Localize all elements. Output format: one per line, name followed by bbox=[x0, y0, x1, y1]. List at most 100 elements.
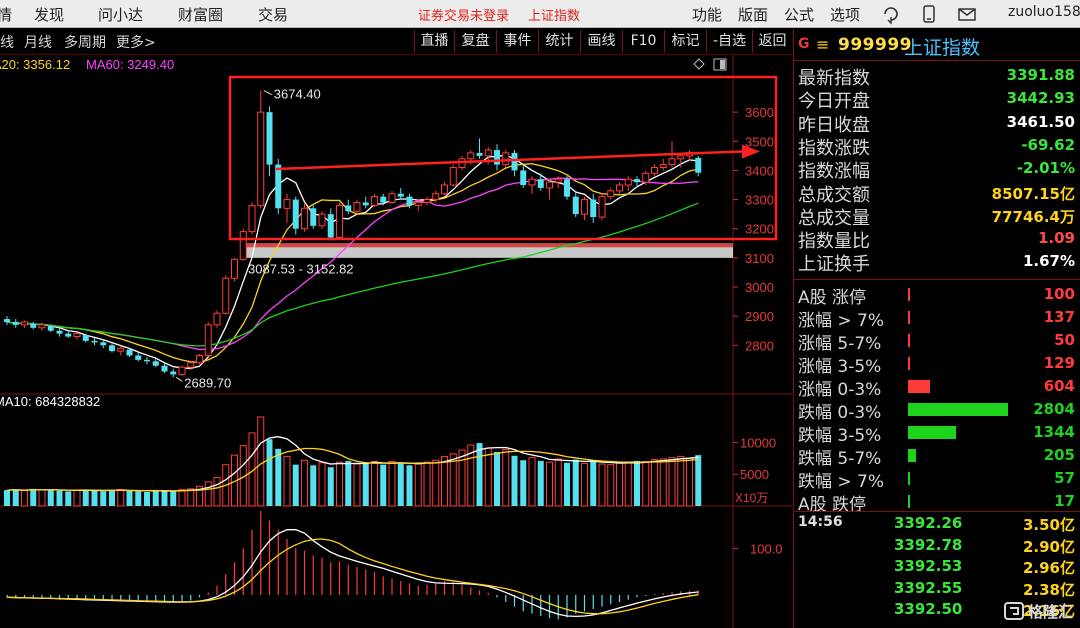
tick-amount: 2.90亿 bbox=[1022, 537, 1075, 556]
distribution-bar bbox=[908, 403, 1008, 416]
period-more[interactable]: 更多> bbox=[116, 32, 156, 52]
candle-body bbox=[152, 361, 159, 366]
stat-label: 昨日收盘 bbox=[798, 114, 870, 136]
candle-body bbox=[310, 208, 317, 226]
candle-body bbox=[144, 359, 150, 362]
stat-row: 指数涨跌 -69.62 bbox=[794, 134, 1080, 159]
high-label: 3674.40 bbox=[274, 87, 321, 102]
volume-bar bbox=[406, 465, 413, 506]
candle-body bbox=[651, 167, 658, 174]
volume-bar bbox=[91, 490, 98, 506]
draw-line-button[interactable]: 画线 bbox=[580, 30, 622, 53]
candle-body bbox=[484, 149, 492, 157]
volume-bar bbox=[21, 490, 28, 507]
stat-value: 1.09 bbox=[1037, 229, 1075, 248]
volume-bar bbox=[546, 461, 553, 507]
review-button[interactable]: 复盘 bbox=[454, 30, 496, 53]
candle-body bbox=[406, 196, 413, 206]
stat-row: 最新指数 3391.88 bbox=[794, 64, 1080, 89]
candle-body bbox=[528, 178, 536, 186]
back-button[interactable]: 返回 bbox=[752, 30, 792, 53]
dea-line bbox=[6, 538, 699, 615]
menu-item-layout[interactable]: 版面 bbox=[738, 4, 768, 25]
volume-bar bbox=[345, 460, 352, 506]
volume-bar bbox=[152, 490, 159, 506]
distribution-row: A股 跌停 17 bbox=[794, 490, 1080, 515]
volume-bar bbox=[266, 439, 273, 506]
candle-body bbox=[65, 333, 72, 337]
menu-item-function[interactable]: 功能 bbox=[692, 4, 722, 25]
f10-button[interactable]: F10 bbox=[622, 30, 664, 53]
volume-bar bbox=[520, 460, 527, 506]
event-button[interactable]: 事件 bbox=[496, 30, 538, 53]
volume-bar bbox=[73, 489, 81, 507]
watermark: 格隆汇 bbox=[1002, 598, 1078, 624]
tick-price: 3392.50 bbox=[894, 600, 963, 618]
period-day[interactable]: 日线 bbox=[0, 32, 14, 52]
stat-value: -69.62 bbox=[1021, 135, 1075, 154]
volume-bar bbox=[109, 490, 115, 506]
remove-watchlist-button[interactable]: -自选 bbox=[706, 30, 752, 53]
stat-row: 昨日收盘 3461.50 bbox=[794, 111, 1080, 136]
tick-row[interactable]: 3392.53 2.96亿 bbox=[794, 556, 1080, 577]
gelonghui-logo-icon bbox=[1004, 602, 1024, 620]
period-multi[interactable]: 多周期 bbox=[64, 32, 106, 52]
diamond-icon[interactable] bbox=[693, 58, 705, 70]
candle-body bbox=[494, 150, 500, 165]
candle-body bbox=[248, 204, 256, 233]
stat-label: 总成交额 bbox=[798, 184, 870, 206]
volume-bar bbox=[686, 457, 693, 507]
candle-body bbox=[4, 319, 10, 322]
volume-bar bbox=[47, 489, 54, 506]
mail-icon[interactable] bbox=[956, 3, 978, 25]
period-month[interactable]: 月线 bbox=[24, 32, 52, 52]
phone-icon[interactable] bbox=[918, 3, 940, 25]
candle-body bbox=[318, 213, 326, 227]
tick-row[interactable]: 14:56 3392.26 3.50亿 bbox=[794, 513, 1080, 534]
mark-button[interactable]: 标记 bbox=[664, 30, 706, 53]
price-tick-label: 3000 bbox=[745, 280, 774, 295]
stat-label: 上证换手 bbox=[798, 254, 870, 276]
volume-bar bbox=[353, 463, 361, 507]
volume-bar bbox=[362, 463, 369, 506]
support-band bbox=[244, 243, 733, 258]
candle-body bbox=[537, 179, 544, 188]
menu-item-options[interactable]: 选项 bbox=[830, 4, 860, 25]
kline-chart-area[interactable]: MA20: 3356.12 MA60: 3249.40 3600 3500 3400… bbox=[0, 55, 792, 628]
kline-chart[interactable]: MA20: 3356.12 MA60: 3249.40 3600 3500 3400… bbox=[0, 55, 792, 628]
menu-item-trade[interactable]: 交易 bbox=[258, 4, 288, 25]
distribution-count: 100 bbox=[1043, 285, 1075, 303]
candle-body bbox=[231, 258, 238, 279]
candle-body bbox=[345, 205, 352, 212]
volume-bar bbox=[572, 459, 579, 506]
volume-bar bbox=[484, 447, 492, 507]
macd-tick-label: 100.0 bbox=[750, 541, 783, 556]
volume-bar bbox=[458, 449, 466, 507]
menu-item-discover[interactable]: 发现 bbox=[34, 4, 64, 25]
tick-row[interactable]: 3392.55 2.38亿 bbox=[794, 578, 1080, 599]
volume-bar bbox=[257, 416, 265, 507]
candle-body bbox=[91, 340, 98, 343]
stat-label: 总成交量 bbox=[798, 207, 870, 229]
macd-histogram bbox=[6, 511, 699, 620]
stats-button[interactable]: 统计 bbox=[538, 30, 580, 53]
volume-bar bbox=[4, 490, 10, 506]
volume-bar bbox=[537, 460, 544, 506]
menu-item-ask[interactable]: 问小达 bbox=[98, 4, 143, 25]
menu-item-wealth[interactable]: 财富圈 bbox=[178, 4, 223, 25]
candle-body bbox=[388, 193, 396, 203]
menu-icon[interactable]: ≡ bbox=[816, 35, 829, 54]
volume-bar bbox=[12, 489, 19, 506]
trade-login-notice[interactable]: 证券交易未登录 bbox=[418, 5, 509, 24]
menu-item-quotes[interactable]: 行情 bbox=[0, 4, 12, 25]
tick-row[interactable]: 3392.78 2.90亿 bbox=[794, 535, 1080, 556]
volume-bar bbox=[275, 448, 282, 506]
volume-bar bbox=[423, 461, 431, 507]
user-name[interactable]: zuoluo158 bbox=[1008, 4, 1080, 20]
live-button[interactable]: 直播 bbox=[414, 30, 454, 53]
refresh-icon[interactable] bbox=[880, 3, 902, 25]
candle-body bbox=[135, 355, 142, 360]
menu-item-formula[interactable]: 公式 bbox=[784, 4, 814, 25]
stat-row: 指数量比 1.09 bbox=[794, 227, 1080, 252]
candle-body bbox=[624, 178, 632, 186]
